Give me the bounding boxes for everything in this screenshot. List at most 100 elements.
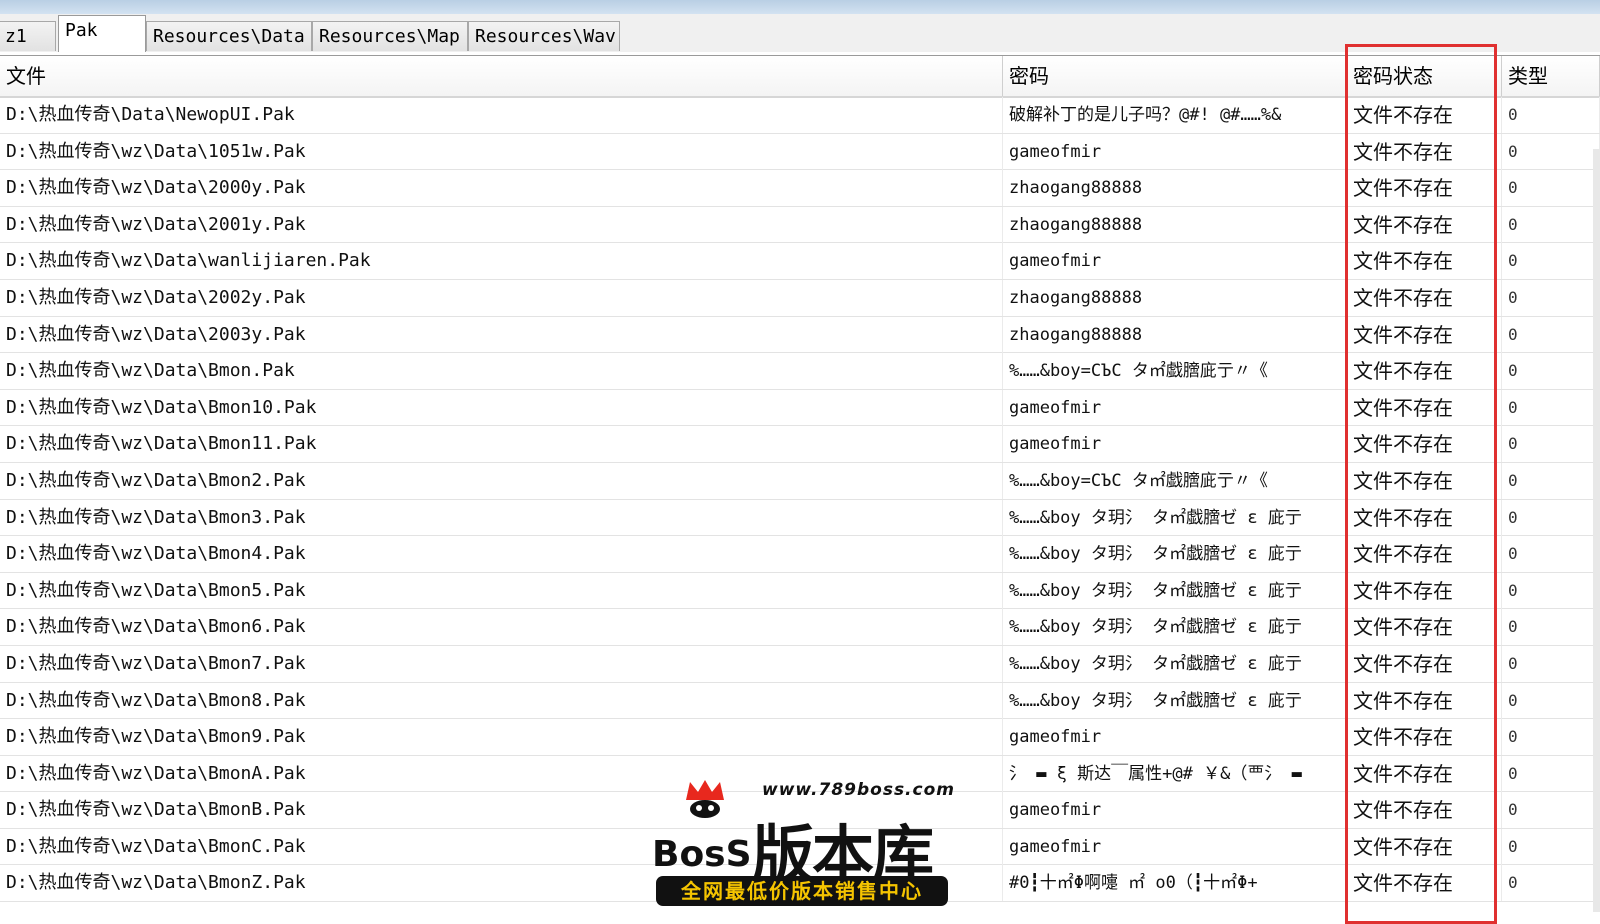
vertical-scrollbar[interactable] bbox=[1593, 149, 1600, 912]
table-row[interactable]: D:\热血传奇\wz\Data\Bmon8.Pak %……&boy タ玥氵 タ㎡戯… bbox=[0, 682, 1600, 720]
row-password-cell: gameofmir bbox=[1003, 426, 1347, 463]
row-file-cell: D:\热血传奇\wz\Data\2003y.Pak bbox=[0, 316, 1003, 353]
column-header-type[interactable]: 类型 bbox=[1502, 56, 1600, 96]
tab-resources-wav[interactable]: Resources\Wav bbox=[468, 21, 620, 51]
row-file-cell: D:\热血传奇\wz\Data\Bmon9.Pak bbox=[0, 719, 1003, 756]
row-type-cell: 0 bbox=[1502, 353, 1600, 390]
row-type-cell: 0 bbox=[1502, 170, 1600, 207]
tab-resources-data[interactable]: Resources\Data bbox=[146, 21, 312, 51]
row-file-cell: D:\热血传奇\wz\Data\Bmon2.Pak bbox=[0, 462, 1003, 499]
row-status-cell: 文件不存在 bbox=[1347, 426, 1502, 463]
row-type-cell: 0 bbox=[1502, 243, 1600, 280]
watermark-url: www.789boss.com bbox=[762, 780, 955, 800]
row-status-cell: 文件不存在 bbox=[1347, 462, 1502, 499]
watermark-slogan: 全网最低价版本销售中心 bbox=[656, 876, 948, 906]
row-file-cell: D:\热血传奇\wz\Data\2000y.Pak bbox=[0, 170, 1003, 207]
row-type-cell: 0 bbox=[1502, 499, 1600, 536]
tab-strip: z1 Pak Resources\Data Resources\Map Reso… bbox=[0, 14, 1600, 66]
table-row[interactable]: D:\热血传奇\wz\Data\wanlijiaren.Pak gameofmir… bbox=[0, 243, 1600, 280]
table-row[interactable]: D:\热血传奇\wz\Data\2002y.Pak zhaogang88888 文件… bbox=[0, 279, 1600, 317]
row-type-cell: 0 bbox=[1502, 462, 1600, 499]
window-titlebar bbox=[0, 0, 1600, 15]
row-password-cell: %……&boy タ玥氵 タ㎡戯膪ゼ ε 庛亍 bbox=[1003, 499, 1347, 536]
row-status-cell: 文件不存在 bbox=[1347, 719, 1502, 756]
table-row[interactable]: D:\热血传奇\wz\Data\Bmon3.Pak %……&boy タ玥氵 タ㎡戯… bbox=[0, 499, 1600, 537]
row-type-cell: 0 bbox=[1502, 828, 1600, 865]
table-row[interactable]: D:\热血传奇\wz\Data\Bmon6.Pak %……&boy タ玥氵 タ㎡戯… bbox=[0, 609, 1600, 646]
table-row[interactable]: D:\热血传奇\wz\Data\Bmon5.Pak %……&boy タ玥氵 タ㎡戯… bbox=[0, 572, 1600, 610]
row-password-cell: 破解补丁的是儿子吗？@#! @#……%& bbox=[1003, 97, 1347, 133]
column-header-password[interactable]: 密码 bbox=[1003, 56, 1347, 96]
row-password-cell: gameofmir bbox=[1003, 719, 1347, 756]
list-header: 文件 密码 密码状态 类型 bbox=[0, 56, 1600, 98]
table-row[interactable]: D:\热血传奇\wz\Data\Bmon2.Pak %……&boy=CЪC タ㎡戯… bbox=[0, 462, 1600, 500]
row-type-cell: 0 bbox=[1502, 792, 1600, 829]
row-file-cell: D:\热血传奇\wz\Data\Bmon8.Pak bbox=[0, 682, 1003, 719]
row-password-cell: %……&boy タ玥氵 タ㎡戯膪ゼ ε 庛亍 bbox=[1003, 682, 1347, 719]
row-status-cell: 文件不存在 bbox=[1347, 755, 1502, 792]
row-password-cell: zhaogang88888 bbox=[1003, 206, 1347, 243]
table-row[interactable]: D:\热血传奇\wz\Data\2003y.Pak zhaogang88888 文件… bbox=[0, 316, 1600, 354]
row-status-cell: 文件不存在 bbox=[1347, 133, 1502, 170]
table-row[interactable]: D:\热血传奇\wz\Data\Bmon4.Pak %……&boy タ玥氵 タ㎡戯… bbox=[0, 536, 1600, 573]
row-password-cell: zhaogang88888 bbox=[1003, 170, 1347, 207]
row-status-cell: 文件不存在 bbox=[1347, 499, 1502, 536]
row-file-cell: D:\热血传奇\wz\Data\wanlijiaren.Pak bbox=[0, 243, 1003, 280]
row-status-cell: 文件不存在 bbox=[1347, 536, 1502, 573]
row-file-cell: D:\热血传奇\wz\Data\Bmon.Pak bbox=[0, 353, 1003, 390]
table-row[interactable]: D:\热血传奇\wz\Data\1051w.Pak gameofmir 文件不存在 0 bbox=[0, 133, 1600, 171]
row-type-cell: 0 bbox=[1502, 206, 1600, 243]
table-row[interactable]: D:\热血传奇\wz\Data\2000y.Pak zhaogang88888 文件… bbox=[0, 170, 1600, 207]
row-status-cell: 文件不存在 bbox=[1347, 243, 1502, 280]
row-type-cell: 0 bbox=[1502, 97, 1600, 133]
row-password-cell: %……&boy タ玥氵 タ㎡戯膪ゼ ε 庛亍 bbox=[1003, 536, 1347, 573]
row-status-cell: 文件不存在 bbox=[1347, 792, 1502, 829]
table-row[interactable]: D:\热血传奇\wz\Data\2001y.Pak zhaogang88888 文件… bbox=[0, 206, 1600, 244]
row-file-cell: D:\热血传奇\wz\Data\Bmon10.Pak bbox=[0, 389, 1003, 426]
row-status-cell: 文件不存在 bbox=[1347, 389, 1502, 426]
tab-resources-map[interactable]: Resources\Map bbox=[312, 21, 468, 51]
row-file-cell: D:\热血传奇\Data\NewopUI.Pak bbox=[0, 97, 1003, 133]
row-type-cell: 0 bbox=[1502, 316, 1600, 353]
row-type-cell: 0 bbox=[1502, 682, 1600, 719]
row-status-cell: 文件不存在 bbox=[1347, 97, 1502, 133]
watermark-boss: BosS bbox=[652, 834, 752, 875]
column-header-file[interactable]: 文件 bbox=[0, 56, 1003, 96]
tab-z1[interactable]: z1 bbox=[0, 21, 56, 51]
row-file-cell: D:\热血传奇\wz\Data\Bmon5.Pak bbox=[0, 572, 1003, 609]
row-type-cell: 0 bbox=[1502, 609, 1600, 646]
table-row[interactable]: D:\热血传奇\wz\Data\Bmon.Pak %……&boy=CЪC タ㎡戯膪… bbox=[0, 353, 1600, 390]
row-type-cell: 0 bbox=[1502, 719, 1600, 756]
column-header-password-status[interactable]: 密码状态 bbox=[1347, 56, 1502, 96]
table-row[interactable]: D:\热血传奇\wz\Data\Bmon7.Pak %……&boy タ玥氵 タ㎡戯… bbox=[0, 645, 1600, 683]
tab-pak[interactable]: Pak bbox=[58, 15, 146, 52]
row-file-cell: D:\热血传奇\wz\Data\Bmon7.Pak bbox=[0, 645, 1003, 682]
row-password-cell: gameofmir bbox=[1003, 828, 1347, 865]
row-status-cell: 文件不存在 bbox=[1347, 206, 1502, 243]
table-row[interactable]: D:\热血传奇\wz\Data\Bmon10.Pak gameofmir 文件不存在… bbox=[0, 389, 1600, 427]
row-status-cell: 文件不存在 bbox=[1347, 316, 1502, 353]
row-password-cell: gameofmir bbox=[1003, 133, 1347, 170]
row-password-cell: gameofmir bbox=[1003, 243, 1347, 280]
row-type-cell: 0 bbox=[1502, 536, 1600, 573]
row-status-cell: 文件不存在 bbox=[1347, 682, 1502, 719]
row-password-cell: gameofmir bbox=[1003, 389, 1347, 426]
table-row[interactable]: D:\热血传奇\wz\Data\Bmon11.Pak gameofmir 文件不存在… bbox=[0, 426, 1600, 463]
row-status-cell: 文件不存在 bbox=[1347, 279, 1502, 316]
row-status-cell: 文件不存在 bbox=[1347, 828, 1502, 865]
row-password-cell: 氵 ▬ ξ 斯达￣属性+@# ￥&（覀氵 ▬ bbox=[1003, 755, 1347, 792]
row-status-cell: 文件不存在 bbox=[1347, 609, 1502, 646]
row-status-cell: 文件不存在 bbox=[1347, 572, 1502, 609]
row-status-cell: 文件不存在 bbox=[1347, 645, 1502, 682]
row-type-cell: 0 bbox=[1502, 755, 1600, 792]
row-type-cell: 0 bbox=[1502, 572, 1600, 609]
row-file-cell: D:\热血传奇\wz\Data\2001y.Pak bbox=[0, 206, 1003, 243]
row-file-cell: D:\热血传奇\wz\Data\Bmon4.Pak bbox=[0, 536, 1003, 573]
row-password-cell: %……&boy=CЪC タ㎡戯膪庛亍〃《 bbox=[1003, 353, 1347, 390]
row-file-cell: D:\热血传奇\wz\Data\Bmon11.Pak bbox=[0, 426, 1003, 463]
table-row[interactable]: D:\热血传奇\wz\Data\Bmon9.Pak gameofmir 文件不存在 0 bbox=[0, 719, 1600, 756]
table-row[interactable]: D:\热血传奇\Data\NewopUI.Pak 破解补丁的是儿子吗？@#! @#… bbox=[0, 97, 1600, 134]
row-password-cell: %……&boy タ玥氵 タ㎡戯膪ゼ ε 庛亍 bbox=[1003, 572, 1347, 609]
row-password-cell: zhaogang88888 bbox=[1003, 316, 1347, 353]
row-type-cell: 0 bbox=[1502, 865, 1600, 902]
